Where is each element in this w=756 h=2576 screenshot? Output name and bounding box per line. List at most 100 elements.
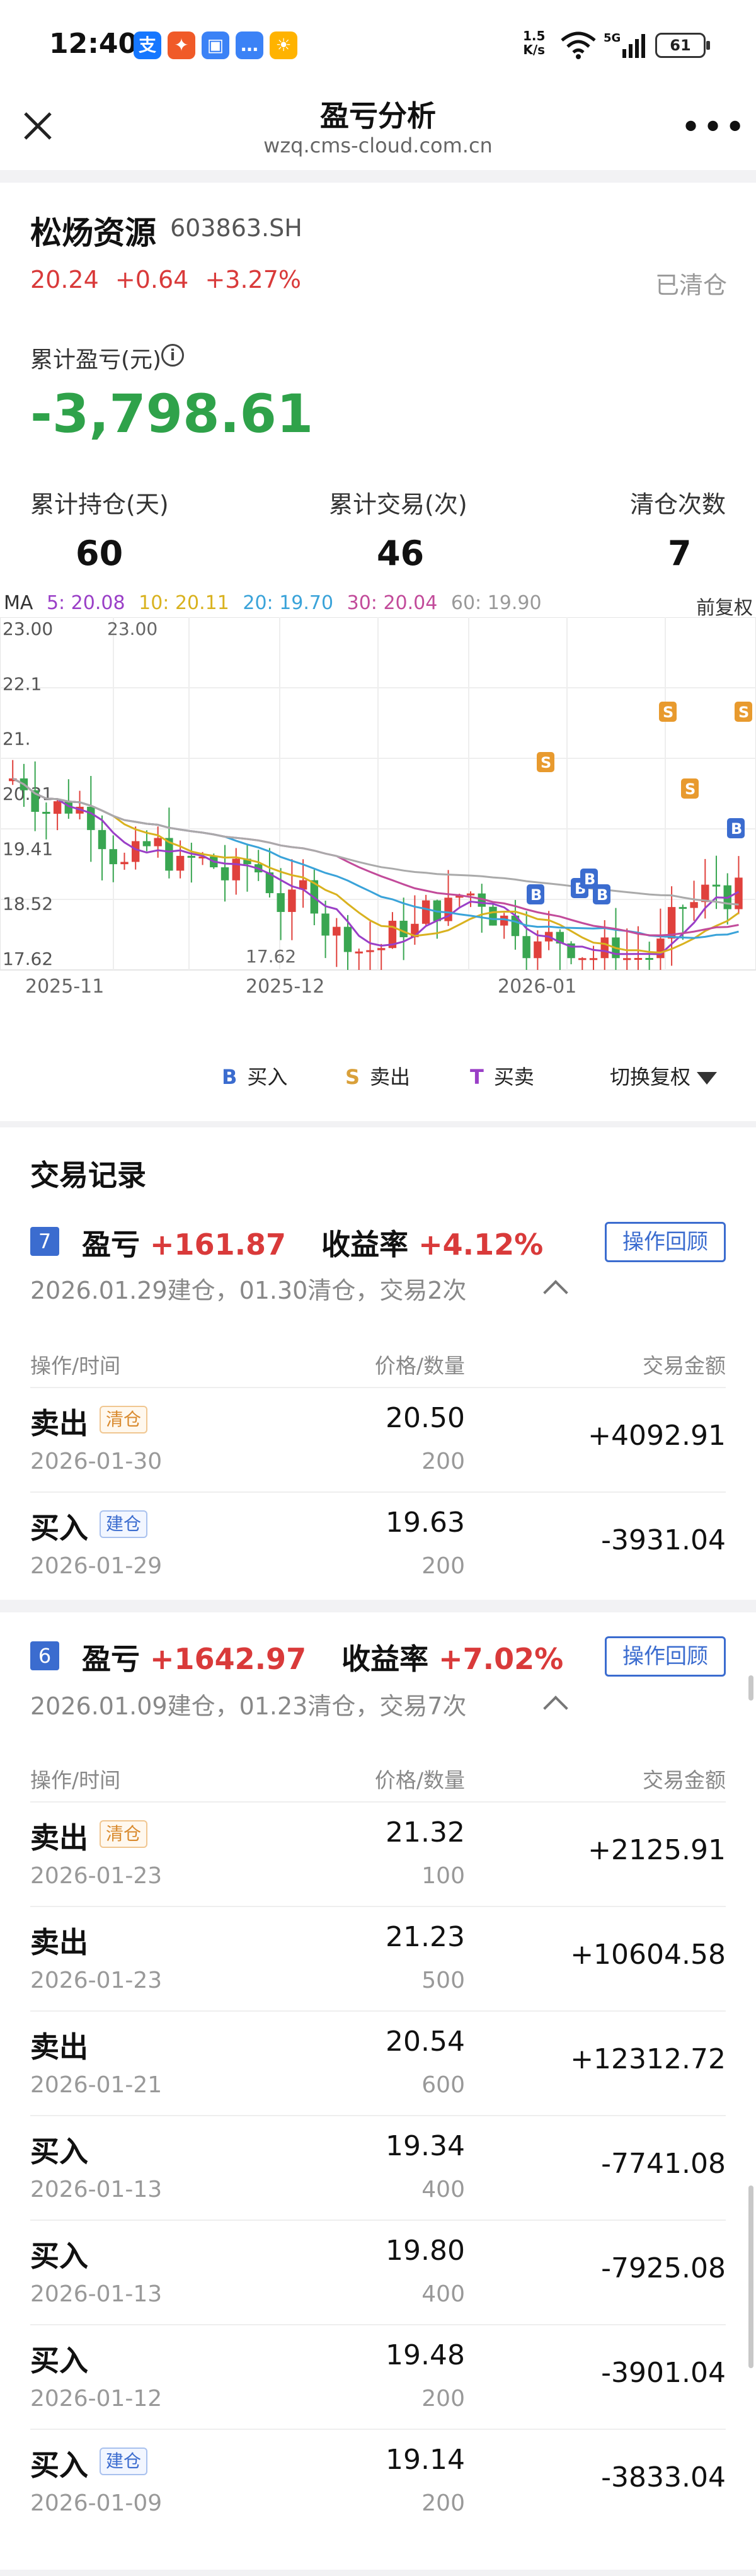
trade-qty: 400 — [421, 2281, 465, 2307]
operation-review-button[interactable]: 操作回顾 — [605, 1636, 726, 1677]
candle-body — [232, 858, 240, 881]
ma60-value: 60: 19.90 — [450, 592, 542, 614]
trade-row: 买入 2026-01-13 19.80 400 -7925.08 — [30, 2220, 726, 2324]
high-label: 23.00 — [107, 618, 158, 639]
candle-body — [634, 957, 643, 960]
ma-line — [12, 777, 739, 906]
marker-letter: S — [685, 780, 696, 798]
candle-body — [623, 958, 631, 960]
trade-amount: -7741.08 — [601, 2148, 726, 2180]
trade-amount: +4092.91 — [588, 1420, 726, 1452]
trade-price: 20.50 — [386, 1402, 465, 1434]
records-title: 交易记录 — [30, 1158, 146, 1192]
trade-row: 卖出 2026-01-23 21.23 500 +10604.58 — [30, 1906, 726, 2010]
trade-price: 19.80 — [386, 2235, 465, 2267]
trade-price: 21.23 — [386, 1921, 465, 1953]
trade-date: 2026-01-29 — [30, 1553, 163, 1579]
chart-legend: B 买入 S 卖出 T 买卖 切换复权 — [0, 1061, 756, 1099]
candle-body — [377, 948, 386, 950]
trade-date: 2026-01-09 — [30, 2490, 163, 2516]
summary-card: 松炀资源 603863.SH 20.24 +0.64 +3.27% 已清仓 累计… — [0, 183, 756, 1121]
clock: 12:40 — [49, 28, 138, 60]
chevron-up-icon[interactable] — [543, 1280, 568, 1305]
trade-action: 买入 — [30, 2344, 88, 2378]
adjust-mode[interactable]: 前复权 — [696, 592, 753, 620]
y-tick-label: 23.00 — [3, 618, 53, 639]
marker-letter: B — [597, 886, 608, 904]
candle-body — [600, 937, 609, 959]
group-number-badge: 7 — [30, 1227, 59, 1256]
records-table-header: 操作/时间 价格/数量 交易金额 — [30, 1768, 726, 1792]
trade-qty: 200 — [421, 2386, 465, 2412]
scrollbar-track-thumb[interactable] — [748, 2186, 753, 2368]
group-summary: 2026.01.29建仓，01.30清仓，交易2次 — [30, 1277, 467, 1304]
trade-row: 买入 2026-01-12 19.48 200 -3901.04 — [30, 2324, 726, 2429]
marker-letter: B — [530, 886, 542, 904]
ma-indicator-line: MA 5: 20.08 10: 20.11 20: 19.70 30: 20.0… — [4, 592, 753, 620]
trade-amount: +10604.58 — [570, 1939, 726, 1971]
candle-body — [645, 957, 653, 960]
legend-buy: B 买入 — [222, 1065, 288, 1089]
scrollbar-thumb[interactable] — [748, 1675, 753, 1701]
candle-body — [109, 849, 117, 865]
position-status: 已清仓 — [655, 271, 728, 299]
candlestick-chart[interactable]: 23.0022.121.20.3119.4118.5217.622025-11 2… — [0, 617, 756, 1033]
candle-body — [154, 838, 162, 846]
trade-action: 卖出 — [30, 1406, 88, 1440]
info-icon[interactable]: i — [161, 344, 184, 367]
stat-clear-count: 清仓次数 7 — [630, 491, 726, 573]
more-options-icon[interactable]: ••• — [680, 107, 747, 148]
ma5-value: 5: 20.08 — [46, 592, 125, 614]
ma-line — [12, 777, 739, 937]
trade-amount: -3901.04 — [601, 2357, 726, 2389]
position-tag: 建仓 — [100, 2448, 148, 2475]
trade-row: 买入 建仓 2026-01-09 19.14 200 -3833.04 — [30, 2429, 726, 2533]
page-title: 盈亏分析 — [320, 99, 436, 133]
trade-date: 2026-01-21 — [30, 2072, 163, 2098]
trade-date: 2026-01-23 — [30, 1863, 163, 1889]
candle-body — [355, 951, 363, 954]
candle-body — [220, 867, 229, 881]
title-bar: 盈亏分析 wzq.cms-cloud.com.cn ••• — [0, 88, 756, 170]
group-number-badge: 6 — [30, 1641, 59, 1670]
trade-date: 2026-01-23 — [30, 1968, 163, 1993]
candle-body — [578, 958, 587, 960]
candle-body — [466, 893, 475, 896]
trade-date: 2026-01-13 — [30, 2177, 163, 2203]
chevron-up-icon[interactable] — [543, 1695, 568, 1721]
group-pnl: 盈亏 +1642.97 收益率 +7.02% — [82, 1642, 564, 1676]
trade-amount: -3833.04 — [601, 2461, 726, 2493]
alipay-icon: 支 — [134, 31, 161, 59]
marker-letter: S — [663, 704, 673, 721]
operation-review-button[interactable]: 操作回顾 — [605, 1222, 726, 1262]
stock-price: 20.24 — [30, 266, 99, 294]
legend-sell: S 卖出 — [345, 1065, 411, 1089]
trade-row: 买入 2026-01-13 19.34 400 -7741.08 — [30, 2115, 726, 2220]
trade-price: 21.32 — [386, 1816, 465, 1849]
trade-price: 19.63 — [386, 1507, 465, 1539]
candle-body — [534, 941, 542, 959]
candle-body — [399, 920, 408, 938]
wifi-icon — [561, 31, 596, 59]
status-bar: 12:40 支 ✦ ▣ … ☀ 1.5 K/s 5G 61 — [0, 0, 756, 88]
trade-row: 卖出 2026-01-21 20.54 600 +12312.72 — [30, 2010, 726, 2115]
triangle-down-icon — [697, 1072, 718, 1085]
app-notification-icon: ✦ — [168, 31, 195, 59]
pnl-label: 累计盈亏(元) — [30, 347, 162, 373]
net-speed: 1.5 K/s — [523, 28, 546, 57]
candle-body — [288, 889, 296, 912]
position-tag: 清仓 — [100, 1406, 148, 1433]
trade-action: 买入 — [30, 1511, 88, 1545]
candle-body — [42, 811, 50, 814]
trade-amount: +12312.72 — [570, 2043, 726, 2075]
trade-records-card: 交易记录 7 盈亏 +161.87 收益率 +4.12% 操作回顾 2026.0… — [0, 1127, 756, 1600]
candle-body — [176, 855, 185, 871]
trade-price: 19.48 — [386, 2339, 465, 2371]
x-tick-label: 2026-01 — [498, 976, 576, 998]
group-summary: 2026.01.09建仓，01.23清仓，交易7次 — [30, 1692, 467, 1720]
candle-body — [120, 862, 129, 865]
x-tick-label: 2025-12 — [246, 976, 324, 998]
trade-qty: 100 — [421, 1863, 465, 1889]
switch-adjust-button[interactable]: 切换复权 — [610, 1061, 718, 1090]
trade-row: 卖出 清仓 2026-01-30 20.50 200 +4092.91 — [30, 1387, 726, 1491]
